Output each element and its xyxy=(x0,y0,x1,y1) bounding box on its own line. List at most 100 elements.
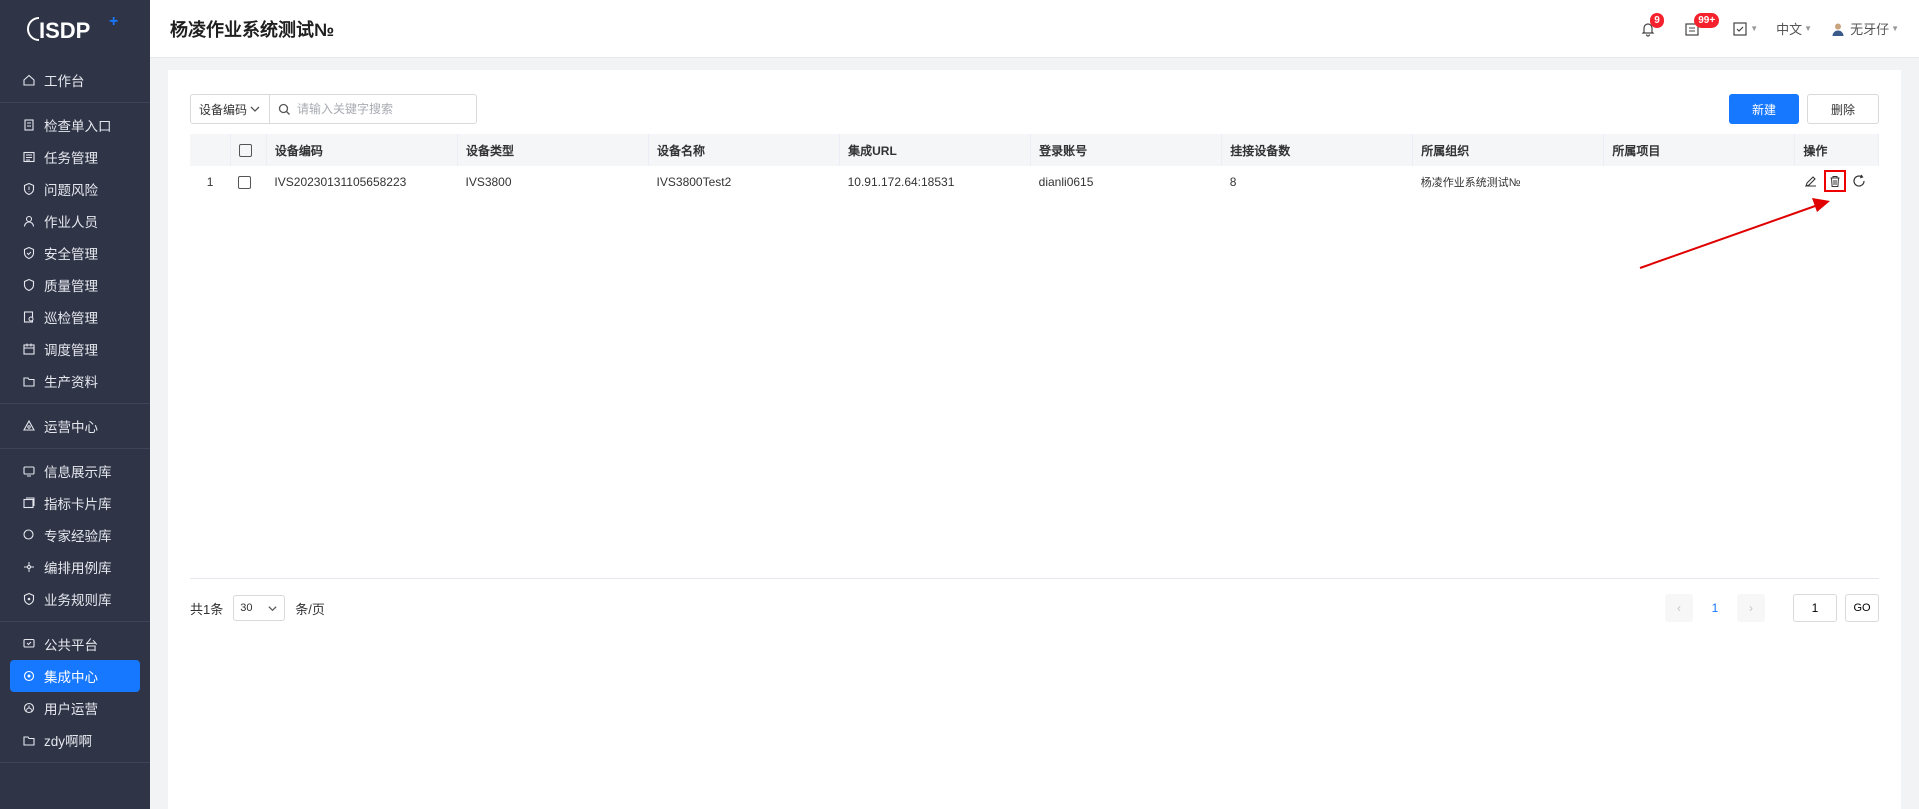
sidebar-item[interactable]: 信息展示库 xyxy=(0,455,150,487)
sidebar-item[interactable]: 用户运营 xyxy=(0,692,150,724)
pagination-summary: 共1条 30 条/页 xyxy=(190,594,325,622)
avatar xyxy=(1832,23,1844,36)
sidebar-item-label: 作业人员 xyxy=(44,215,98,230)
caret-down-icon: ▼ xyxy=(1891,24,1899,33)
chevron-left-icon: ‹ xyxy=(1677,601,1681,615)
svg-text:+: + xyxy=(109,13,118,30)
sidebar: ISDP + 工作台检查单入口任务管理 问题风险作业人员安全管理质量管理巡检管理调… xyxy=(0,0,150,809)
sidebar-item-label: 编排用例库 xyxy=(44,561,112,576)
login-account-cell: dianli0615 xyxy=(1038,175,1094,189)
sidebar-item[interactable]: 任务管理 xyxy=(0,141,150,173)
table-divider xyxy=(190,578,1879,579)
search-box xyxy=(269,94,477,124)
device-table: 设备编码 设备类型 设备名称 集成URL 登录账号 挂接设备数 所属组织 所属项… xyxy=(190,134,1879,198)
sidebar-item[interactable]: 公共平台 xyxy=(0,628,150,660)
messages-button[interactable]: 99+ xyxy=(1684,12,1720,37)
task-menu-button[interactable]: ▼ xyxy=(1732,21,1758,37)
column-header[interactable]: 挂接设备数 xyxy=(1221,134,1414,166)
device-name-cell: IVS3800Test2 xyxy=(656,175,732,189)
card-icon xyxy=(22,496,36,510)
checklist-icon xyxy=(1733,21,1747,36)
notification-badge: 9 xyxy=(1650,12,1664,28)
index-header xyxy=(190,134,231,166)
page-title: 杨凌作业系统测试№ xyxy=(170,19,335,40)
filter-field-select[interactable]: 设备编码 xyxy=(190,94,270,124)
sidebar-item[interactable]: 工作台 xyxy=(0,64,150,96)
sidebar-item[interactable]: 专家经验库 xyxy=(0,519,150,551)
shield-alert-icon xyxy=(22,182,36,196)
filter-field-value: 设备编码 xyxy=(199,102,248,117)
device-count-link[interactable]: 8 xyxy=(1222,166,1413,198)
sidebar-item[interactable]: 安全管理 xyxy=(0,237,150,269)
column-header: 操作 xyxy=(1794,134,1879,166)
select-all-checkbox[interactable] xyxy=(238,144,252,158)
sidebar-item-label: 公共平台 xyxy=(44,638,98,653)
sidebar-item[interactable]: 业务规则库 xyxy=(0,583,150,615)
home-icon xyxy=(22,73,36,87)
row-index: 1 xyxy=(206,175,214,189)
delete-button[interactable]: 删除 xyxy=(1807,94,1879,124)
sidebar-item[interactable]: 巡检管理 xyxy=(0,301,150,333)
sidebar-item-label: 安全管理 xyxy=(44,247,98,262)
device-type-cell: IVS3800 xyxy=(465,175,512,189)
task-icon xyxy=(22,150,36,164)
select-all-header xyxy=(230,134,267,166)
sidebar-item[interactable]: 生产资料 xyxy=(0,365,150,397)
shield-check-icon xyxy=(22,246,36,260)
sidebar-item[interactable]: 问题风险 xyxy=(0,173,150,205)
refresh-button[interactable] xyxy=(1851,173,1867,189)
user-menu[interactable]: 无牙仔 ▼ xyxy=(1830,19,1899,38)
notification-button[interactable]: 9 xyxy=(1640,12,1664,37)
project-cell xyxy=(1604,166,1795,198)
sidebar-menu: 工作台检查单入口任务管理 问题风险作业人员安全管理质量管理巡检管理调度管理生产资料… xyxy=(0,58,150,763)
main-panel: 设备编码 新建 删除 设备编码 设备类型 设备名称 集成URL 登录账号 挂接设 xyxy=(168,70,1901,809)
sidebar-item-label: 业务规则库 xyxy=(44,593,112,608)
row-delete-button[interactable] xyxy=(1823,170,1846,192)
row-checkbox[interactable] xyxy=(238,176,252,190)
integration-icon xyxy=(22,669,36,683)
column-header[interactable]: 所属项目 xyxy=(1603,134,1796,166)
rule-icon xyxy=(22,592,36,606)
column-header[interactable]: 设备名称 xyxy=(648,134,841,166)
new-button[interactable]: 新建 xyxy=(1729,94,1799,124)
caret-down-icon: ▼ xyxy=(1804,24,1813,33)
sidebar-item[interactable]: 质量管理 xyxy=(0,269,150,301)
column-header[interactable]: 所属组织 xyxy=(1412,134,1605,166)
sidebar-item-label: 调度管理 xyxy=(44,343,98,358)
sidebar-item[interactable]: 编排用例库 xyxy=(0,551,150,583)
sidebar-item-label: 检查单入口 xyxy=(44,119,112,134)
edit-button[interactable] xyxy=(1803,173,1819,189)
table-row: 1 IVS20230131105658223 IVS3800 IVS3800Te… xyxy=(190,166,1879,198)
column-header[interactable]: 登录账号 xyxy=(1030,134,1223,166)
language-switch[interactable]: 中文 ▼ xyxy=(1776,19,1812,38)
search-icon xyxy=(278,103,290,115)
next-page-button[interactable]: › xyxy=(1737,594,1765,622)
sidebar-item[interactable]: 调度管理 xyxy=(0,333,150,365)
flow-icon xyxy=(22,560,36,574)
total-count: 共1条 xyxy=(190,601,224,617)
search-input[interactable] xyxy=(297,102,467,116)
messages-badge: 99+ xyxy=(1694,12,1720,28)
column-header[interactable]: 设备编码 xyxy=(266,134,458,166)
prev-page-button[interactable]: ‹ xyxy=(1665,594,1693,622)
folder-icon xyxy=(22,733,36,747)
jump-page-input[interactable] xyxy=(1793,594,1837,622)
go-button[interactable]: GO xyxy=(1845,594,1879,622)
sidebar-item[interactable]: 集成中心 xyxy=(10,660,140,692)
folder-icon xyxy=(22,374,36,388)
sidebar-item[interactable]: 运营中心 xyxy=(0,410,150,442)
sidebar-item[interactable]: 指标卡片库 xyxy=(0,487,150,519)
sidebar-item[interactable]: 作业人员 xyxy=(0,205,150,237)
sidebar-item-label: 工作台 xyxy=(44,74,85,89)
sidebar-item[interactable]: zdy啊啊 xyxy=(0,724,150,756)
page-size-select[interactable]: 30 xyxy=(233,595,286,621)
brand-logo[interactable]: ISDP + xyxy=(0,0,150,58)
sidebar-item-label: 质量管理 xyxy=(44,279,98,294)
pagination: ‹ 1 › GO xyxy=(1665,594,1879,622)
sidebar-item[interactable]: 检查单入口 xyxy=(0,109,150,141)
column-header[interactable]: 设备类型 xyxy=(457,134,650,166)
page-number[interactable]: 1 xyxy=(1701,594,1729,622)
search-icon xyxy=(22,528,36,542)
toolbar: 设备编码 新建 删除 xyxy=(190,94,1879,124)
column-header[interactable]: 集成URL xyxy=(839,134,1032,166)
